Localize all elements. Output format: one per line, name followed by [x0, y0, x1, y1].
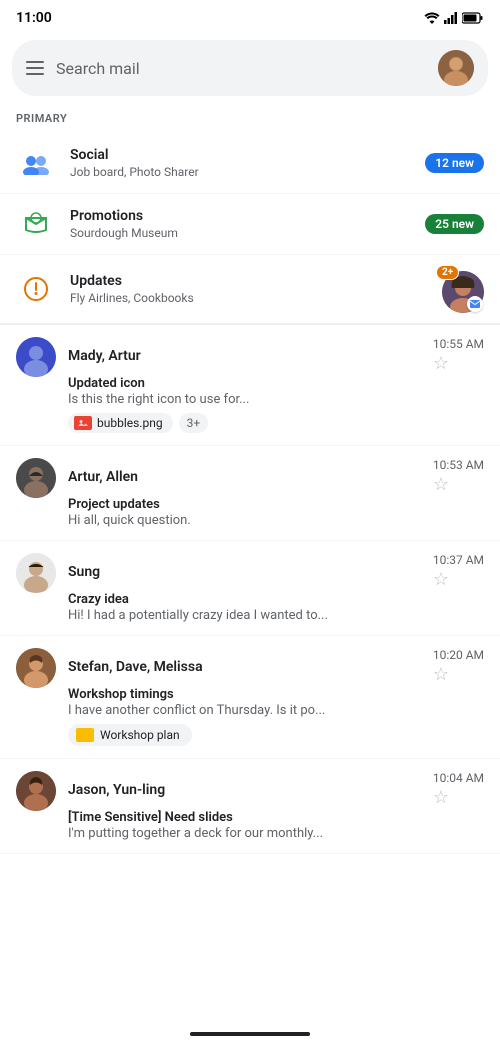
email-row[interactable]: Artur, Allen 10:53 AM ☆ Project updates …	[0, 446, 500, 541]
email-header-3: Sung 10:37 AM ☆	[68, 553, 484, 590]
email-content-4: Stefan, Dave, Melissa 10:20 AM ☆ Worksho…	[68, 648, 484, 746]
email-time-3: 10:37 AM	[433, 553, 484, 567]
email-header-2: Artur, Allen 10:53 AM ☆	[68, 458, 484, 495]
email-time-5: 10:04 AM	[433, 771, 484, 785]
status-icons	[424, 12, 484, 24]
star-button-1[interactable]: ☆	[433, 353, 449, 374]
social-sub: Job board, Photo Sharer	[70, 165, 411, 179]
updates-count: 2+	[436, 265, 459, 280]
home-indicator	[190, 1032, 310, 1036]
email-sender-4: Stefan, Dave, Melissa	[68, 659, 203, 675]
email-time-1: 10:55 AM	[433, 337, 484, 351]
promotions-icon	[16, 204, 56, 244]
battery-icon	[462, 12, 484, 24]
email-time-2: 10:53 AM	[433, 458, 484, 472]
star-button-4[interactable]: ☆	[433, 664, 449, 685]
updates-icon	[16, 269, 56, 309]
email-content-1: Mady, Artur 10:55 AM ☆ Updated icon Is t…	[68, 337, 484, 433]
email-subject-5: [Time Sensitive] Need slides	[68, 810, 484, 825]
workshop-attach: Workshop plan	[68, 724, 192, 746]
search-bar[interactable]: Search mail	[12, 40, 488, 96]
search-input[interactable]: Search mail	[56, 59, 426, 78]
signal-icon	[444, 12, 458, 24]
promotions-info: Promotions Sourdough Museum	[70, 208, 411, 240]
section-primary-label: PRIMARY	[0, 108, 500, 133]
attachment-name: bubbles.png	[97, 416, 163, 430]
avatar-sung	[16, 553, 56, 593]
updates-sub: Fly Airlines, Cookbooks	[70, 291, 422, 305]
email-row[interactable]: Mady, Artur 10:55 AM ☆ Updated icon Is t…	[0, 325, 500, 446]
user-avatar[interactable]	[438, 50, 474, 86]
email-header-4: Stefan, Dave, Melissa 10:20 AM ☆	[68, 648, 484, 685]
email-meta-5: 10:04 AM ☆	[425, 771, 484, 808]
email-content-2: Artur, Allen 10:53 AM ☆ Project updates …	[68, 458, 484, 528]
social-badge: 12 new	[425, 153, 484, 173]
updates-name: Updates	[70, 273, 422, 289]
updates-info: Updates Fly Airlines, Cookbooks	[70, 273, 422, 305]
email-header-1: Mady, Artur 10:55 AM ☆	[68, 337, 484, 374]
email-content-3: Sung 10:37 AM ☆ Crazy idea Hi! I had a p…	[68, 553, 484, 623]
avatar-mady	[16, 337, 56, 377]
social-info: Social Job board, Photo Sharer	[70, 147, 411, 179]
email-preview-3: Hi! I had a potentially crazy idea I wan…	[68, 608, 484, 623]
avatar-jason	[16, 771, 56, 811]
attachment-chip: bubbles.png	[68, 413, 173, 433]
promotions-name: Promotions	[70, 208, 411, 224]
email-subject-4: Workshop timings	[68, 687, 484, 702]
attachments-1: bubbles.png 3+	[68, 413, 484, 433]
email-header-5: Jason, Yun-ling 10:04 AM ☆	[68, 771, 484, 808]
email-sender-3: Sung	[68, 564, 100, 580]
menu-button[interactable]	[26, 61, 44, 75]
email-subject-1: Updated icon	[68, 376, 484, 391]
status-time: 11:00	[16, 10, 52, 26]
email-content-5: Jason, Yun-ling 10:04 AM ☆ [Time Sensiti…	[68, 771, 484, 841]
email-row[interactable]: Sung 10:37 AM ☆ Crazy idea Hi! I had a p…	[0, 541, 500, 636]
star-button-2[interactable]: ☆	[433, 474, 449, 495]
workshop-attach-label: Workshop plan	[100, 728, 180, 742]
email-meta-2: 10:53 AM ☆	[425, 458, 484, 495]
email-sender-2: Artur, Allen	[68, 469, 138, 485]
email-row[interactable]: Stefan, Dave, Melissa 10:20 AM ☆ Worksho…	[0, 636, 500, 759]
star-button-3[interactable]: ☆	[433, 569, 449, 590]
email-meta-1: 10:55 AM ☆	[425, 337, 484, 374]
category-updates[interactable]: Updates Fly Airlines, Cookbooks 2+	[0, 255, 500, 324]
email-time-4: 10:20 AM	[433, 648, 484, 662]
email-preview-2: Hi all, quick question.	[68, 513, 484, 528]
email-subject-3: Crazy idea	[68, 592, 484, 607]
email-subject-2: Project updates	[68, 497, 484, 512]
image-attach-icon	[74, 416, 92, 430]
updates-badge: 2+	[436, 265, 484, 313]
attachments-4: Workshop plan	[68, 724, 484, 746]
email-preview-5: I'm putting together a deck for our mont…	[68, 826, 484, 841]
wifi-icon	[424, 12, 440, 24]
email-meta-4: 10:20 AM ☆	[425, 648, 484, 685]
bottom-bar	[0, 1020, 500, 1056]
attach-more: 3+	[179, 413, 209, 433]
email-preview-1: Is this the right icon to use for...	[68, 392, 484, 407]
email-sender-1: Mady, Artur	[68, 348, 141, 364]
promotions-sub: Sourdough Museum	[70, 226, 411, 240]
promotions-badge: 25 new	[425, 214, 484, 234]
email-meta-3: 10:37 AM ☆	[425, 553, 484, 590]
category-promotions[interactable]: Promotions Sourdough Museum 25 new	[0, 194, 500, 255]
avatar-stefan	[16, 648, 56, 688]
email-sender-5: Jason, Yun-ling	[68, 782, 165, 798]
email-preview-4: I have another conflict on Thursday. Is …	[68, 703, 484, 718]
avatar-artur	[16, 458, 56, 498]
social-name: Social	[70, 147, 411, 163]
workshop-icon	[76, 728, 94, 742]
star-button-5[interactable]: ☆	[433, 787, 449, 808]
status-bar: 11:00	[0, 0, 500, 32]
social-icon	[16, 143, 56, 183]
gmail-badge-icon	[467, 296, 483, 312]
category-social[interactable]: Social Job board, Photo Sharer 12 new	[0, 133, 500, 194]
email-row[interactable]: Jason, Yun-ling 10:04 AM ☆ [Time Sensiti…	[0, 759, 500, 854]
